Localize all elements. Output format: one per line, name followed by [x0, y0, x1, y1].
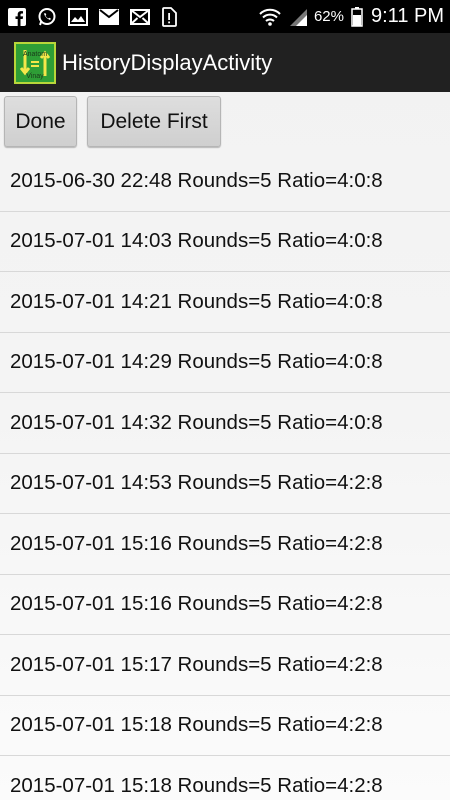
wifi-icon — [259, 8, 281, 26]
list-item[interactable]: 2015-07-01 15:18 Rounds=5 Ratio=4:2:8 — [0, 696, 450, 756]
list-item[interactable]: 2015-07-01 14:53 Rounds=5 Ratio=4:2:8 — [0, 454, 450, 514]
app-title: HistoryDisplayActivity — [62, 49, 273, 75]
sim-alert-icon — [161, 6, 177, 27]
list-item[interactable]: 2015-07-01 14:03 Rounds=5 Ratio=4:0:8 — [0, 212, 450, 272]
list-item[interactable]: 2015-07-01 15:16 Rounds=5 Ratio=4:2:8 — [0, 514, 450, 575]
button-row: Done Delete First — [4, 96, 221, 147]
app-icon-label-bottom: Vinay — [26, 73, 44, 80]
battery-percent: 62% — [313, 8, 344, 25]
list-item[interactable]: 2015-07-01 15:16 Rounds=5 Ratio=4:2:8 — [0, 575, 450, 635]
app-icon: Anatom Vinay — [14, 41, 56, 84]
delete-first-button[interactable]: Delete First — [87, 96, 221, 147]
list-item[interactable]: 2015-07-01 15:17 Rounds=5 Ratio=4:2:8 — [0, 635, 450, 696]
status-bar: 62% 9:11 PM — [0, 0, 450, 33]
battery-icon — [351, 6, 363, 27]
history-list[interactable]: 2015-06-30 22:48 Rounds=5 Ratio=4:0:8 20… — [0, 151, 450, 800]
notification-icons — [8, 6, 188, 27]
list-item[interactable]: 2015-07-01 14:21 Rounds=5 Ratio=4:0:8 — [0, 272, 450, 333]
system-icons: 62% 9:11 PM — [252, 5, 444, 28]
list-item[interactable]: 2015-07-01 14:29 Rounds=5 Ratio=4:0:8 — [0, 333, 450, 393]
list-item[interactable]: 2015-07-01 15:18 Rounds=5 Ratio=4:2:8 — [0, 756, 450, 800]
gmail-icon — [99, 8, 119, 25]
gallery-icon — [68, 7, 88, 26]
app-icon-label-top: Anatom — [23, 51, 47, 58]
signal-icon — [288, 8, 308, 26]
whatsapp-icon — [37, 7, 57, 27]
list-item[interactable]: 2015-06-30 22:48 Rounds=5 Ratio=4:0:8 — [0, 151, 450, 212]
facebook-icon — [8, 7, 26, 26]
action-bar: Anatom Vinay HistoryDisplayActivity — [0, 33, 450, 92]
clock: 9:11 PM — [371, 5, 444, 27]
email-icon — [130, 8, 150, 25]
list-item[interactable]: 2015-07-01 14:32 Rounds=5 Ratio=4:0:8 — [0, 393, 450, 454]
done-button[interactable]: Done — [4, 96, 77, 147]
